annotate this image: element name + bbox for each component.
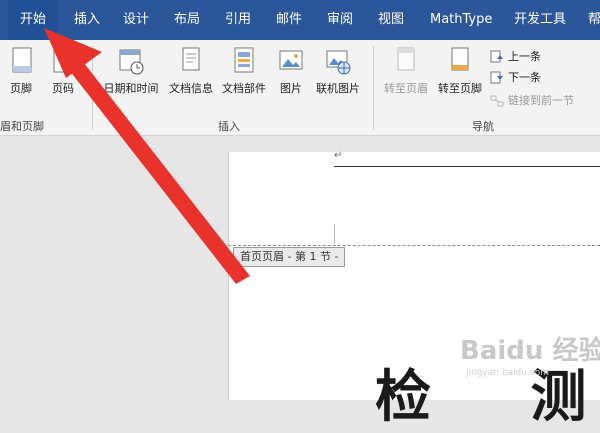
header-boundary <box>228 245 600 246</box>
goto-footer-icon <box>451 47 469 71</box>
tab-help[interactable]: 帮 <box>588 0 600 40</box>
goto-header-icon <box>397 47 415 71</box>
tab-mailings[interactable]: 邮件 <box>276 0 302 40</box>
document-parts-icon <box>234 47 254 73</box>
header-text-line <box>334 166 600 167</box>
picture-button[interactable]: 图片 <box>276 46 306 96</box>
tab-insert[interactable]: 插入 <box>74 0 100 40</box>
paragraph-mark: ↵ <box>334 150 343 161</box>
picture-icon <box>279 50 303 70</box>
margin-guide <box>334 224 335 244</box>
previous-icon <box>490 50 503 63</box>
goto-header-button[interactable]: 转至页眉 <box>380 46 432 96</box>
tab-review[interactable]: 审阅 <box>327 0 353 40</box>
goto-footer-button[interactable]: 转至页脚 <box>434 46 486 96</box>
ribbon: 页脚 # 页码 眉和页脚 日期和时间 文档信息 文档部件 图片 联机图片 插入 … <box>0 40 600 136</box>
next-icon <box>490 71 503 84</box>
footer-icon <box>12 47 32 73</box>
date-time-button[interactable]: 日期和时间 <box>100 46 162 96</box>
doc-info-button[interactable]: 文档信息 <box>165 46 217 96</box>
tab-layout[interactable]: 布局 <box>174 0 200 40</box>
tab-design[interactable]: 设计 <box>123 0 149 40</box>
page-number-icon: # <box>53 47 73 73</box>
divider <box>373 46 374 130</box>
header-label: 首页页眉 - 第 1 节 - <box>233 247 346 267</box>
link-previous-button[interactable]: 链接到前一节 <box>490 92 574 110</box>
footer-button[interactable]: 页脚 <box>6 46 36 96</box>
group-label-header-footer: 眉和页脚 <box>0 120 44 133</box>
group-label-navigation: 导航 <box>472 120 494 133</box>
tab-references[interactable]: 引用 <box>225 0 251 40</box>
tab-developer[interactable]: 开发工具 <box>514 0 566 40</box>
tab-mathtype[interactable]: MathType <box>430 0 492 40</box>
tab-home[interactable]: 开始 <box>8 0 59 40</box>
online-picture-icon <box>326 50 351 75</box>
menu-bar: 开始 插入 设计 布局 引用 邮件 审阅 视图 MathType 开发工具 帮 <box>0 0 600 40</box>
group-label-insert: 插入 <box>218 120 240 133</box>
page-number-button[interactable]: # 页码 <box>48 46 78 96</box>
svg-text:#: # <box>58 52 66 62</box>
doc-parts-button[interactable]: 文档部件 <box>218 46 270 96</box>
online-picture-button[interactable]: 联机图片 <box>312 46 364 96</box>
document-info-icon <box>182 47 200 71</box>
divider <box>92 46 93 130</box>
link-icon <box>490 95 504 107</box>
previous-button[interactable]: 上一条 <box>490 48 541 66</box>
calendar-icon <box>119 49 144 75</box>
next-button[interactable]: 下一条 <box>490 69 541 87</box>
tab-view[interactable]: 视图 <box>378 0 404 40</box>
baidu-watermark: Baidu 经验 <box>460 336 600 366</box>
baidu-watermark-url: jingyan.baidu.com <box>466 368 550 378</box>
